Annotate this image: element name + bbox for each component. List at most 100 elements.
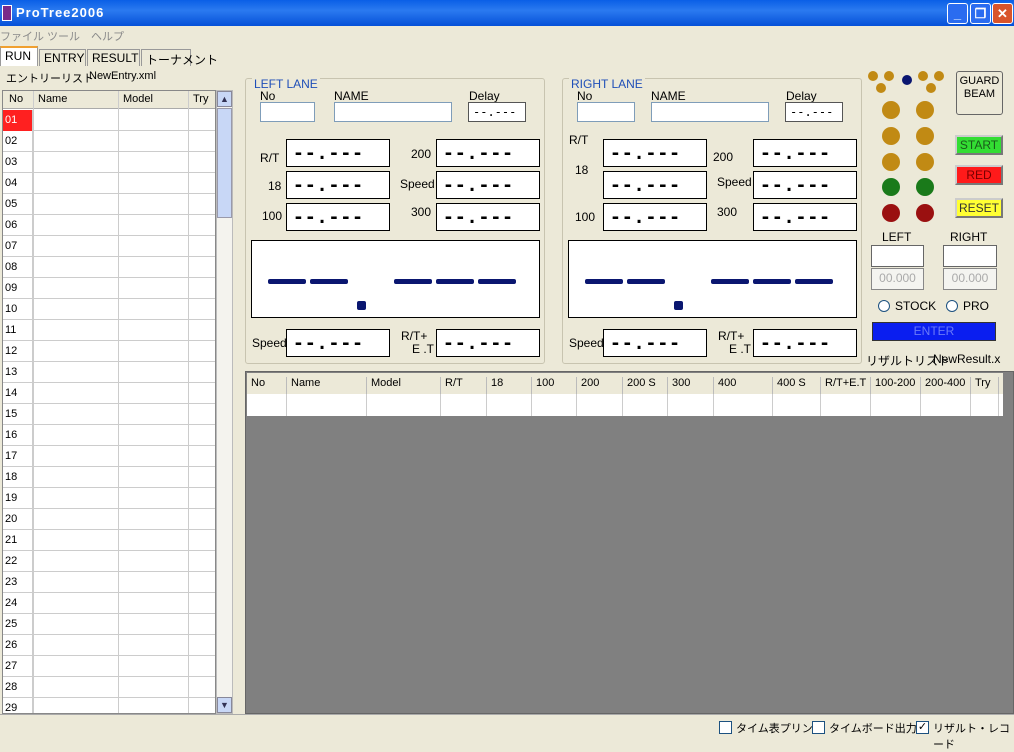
- col-name[interactable]: Name: [38, 93, 67, 105]
- list-item[interactable]: 19: [3, 488, 215, 509]
- col-try[interactable]: Try: [193, 93, 208, 105]
- list-item[interactable]: 09: [3, 278, 215, 299]
- scroll-thumb[interactable]: [217, 108, 232, 218]
- table-row[interactable]: [247, 394, 1003, 416]
- list-item[interactable]: 29: [3, 698, 215, 713]
- list-item[interactable]: 02: [3, 131, 215, 152]
- pro-label: PRO: [963, 299, 990, 313]
- list-item[interactable]: 05: [3, 194, 215, 215]
- result-table[interactable]: No Name Model R/T 18 100 200 200 S 300 400 400 S R/…: [245, 371, 1014, 714]
- right-rtet-display: --.---: [753, 329, 857, 357]
- entry-row-number: 10: [3, 299, 33, 320]
- list-item[interactable]: 10: [3, 299, 215, 320]
- start-button[interactable]: START: [955, 135, 1003, 155]
- list-item[interactable]: 23: [3, 572, 215, 593]
- tab-result[interactable]: RESULT: [87, 49, 140, 66]
- right-name-input[interactable]: [651, 102, 769, 122]
- result-col-header[interactable]: Try: [971, 377, 999, 394]
- left-delay-input[interactable]: --.---: [468, 102, 526, 122]
- list-item[interactable]: 28: [3, 677, 215, 698]
- list-item[interactable]: 04: [3, 173, 215, 194]
- result-col-header[interactable]: Model: [367, 377, 441, 394]
- result-col-header[interactable]: 400 S: [773, 377, 821, 394]
- result-col-header[interactable]: R/T: [441, 377, 487, 394]
- menu-help[interactable]: ヘルプ: [91, 28, 124, 44]
- scroll-down-icon[interactable]: ▼: [217, 697, 232, 713]
- entry-scrollbar[interactable]: ▲ ▼: [216, 90, 233, 714]
- entry-row-number: 18: [3, 467, 33, 488]
- entry-row-number: 29: [3, 698, 33, 713]
- right-delay-input[interactable]: --.---: [785, 102, 843, 122]
- list-item[interactable]: 18: [3, 467, 215, 488]
- right-speed2-display: --.---: [603, 329, 707, 357]
- pro-radio[interactable]: [946, 300, 958, 312]
- list-item[interactable]: 22: [3, 551, 215, 572]
- result-col-header[interactable]: No: [247, 377, 287, 394]
- scroll-up-icon[interactable]: ▲: [217, 91, 232, 107]
- left-stage-seg: [268, 279, 306, 284]
- list-item[interactable]: 12: [3, 341, 215, 362]
- list-item[interactable]: 24: [3, 593, 215, 614]
- list-item[interactable]: 27: [3, 656, 215, 677]
- result-col-header[interactable]: 100: [532, 377, 577, 394]
- tab-run[interactable]: RUN: [0, 46, 38, 66]
- col-no[interactable]: No: [9, 93, 23, 105]
- menu-file[interactable]: ファイル: [0, 28, 44, 44]
- tab-tournament[interactable]: トーナメント: [141, 49, 218, 67]
- right-car-marker: [674, 301, 683, 310]
- right-no-input[interactable]: [577, 102, 635, 122]
- result-col-header[interactable]: Name: [287, 377, 367, 394]
- tab-entry[interactable]: ENTRY: [39, 49, 86, 66]
- list-item[interactable]: 07: [3, 236, 215, 257]
- left-lane-panel: LEFT LANE No NAME Delay --.--- R/T --.--…: [245, 77, 545, 364]
- record-checkbox[interactable]: ✓: [916, 721, 929, 734]
- enter-button[interactable]: ENTER: [872, 322, 996, 341]
- reset-button[interactable]: RESET: [955, 198, 1003, 218]
- left-name-input[interactable]: [334, 102, 452, 122]
- menu-tools[interactable]: ツール: [47, 28, 80, 44]
- result-col-header[interactable]: 200-400: [921, 377, 971, 394]
- guard-beam-button[interactable]: GUARD BEAM: [956, 71, 1003, 115]
- right-result-label: RIGHT: [950, 230, 988, 244]
- list-item[interactable]: 16: [3, 425, 215, 446]
- left-rtet-display: --.---: [436, 329, 540, 357]
- board-checkbox[interactable]: [812, 721, 825, 734]
- result-col-header[interactable]: 200: [577, 377, 623, 394]
- list-item[interactable]: 13: [3, 362, 215, 383]
- minimize-button[interactable]: _: [947, 3, 968, 24]
- list-item[interactable]: 17: [3, 446, 215, 467]
- left-no-input[interactable]: [260, 102, 315, 122]
- list-item[interactable]: 08: [3, 257, 215, 278]
- result-col-header[interactable]: 200 S: [623, 377, 668, 394]
- list-item[interactable]: 03: [3, 152, 215, 173]
- list-item[interactable]: 01: [3, 110, 215, 131]
- list-item[interactable]: 15: [3, 404, 215, 425]
- entry-row-number: 03: [3, 152, 33, 173]
- stage-light: [926, 83, 936, 93]
- col-model[interactable]: Model: [123, 93, 153, 105]
- stock-radio[interactable]: [878, 300, 890, 312]
- list-item[interactable]: 20: [3, 509, 215, 530]
- entry-table[interactable]: No Name Model Try 01 02 03 04 05 06 07 08 09 10 11…: [2, 90, 216, 714]
- red-button[interactable]: RED: [955, 165, 1003, 185]
- result-col-header[interactable]: 400: [714, 377, 773, 394]
- print-checkbox[interactable]: [719, 721, 732, 734]
- result-col-header[interactable]: 18: [487, 377, 532, 394]
- entry-row-number: 09: [3, 278, 33, 299]
- left-speed2-display: --.---: [286, 329, 390, 357]
- right-speed-label: Speed: [717, 175, 752, 189]
- left-300-label: 300: [411, 205, 432, 219]
- list-item[interactable]: 21: [3, 530, 215, 551]
- entry-row-number: 06: [3, 215, 33, 236]
- list-item[interactable]: 14: [3, 383, 215, 404]
- result-col-header[interactable]: R/T+E.T: [821, 377, 871, 394]
- list-item[interactable]: 11: [3, 320, 215, 341]
- list-item[interactable]: 06: [3, 215, 215, 236]
- list-item[interactable]: 26: [3, 635, 215, 656]
- restore-button[interactable]: ❐: [970, 3, 991, 24]
- result-cell: [577, 394, 623, 416]
- close-button[interactable]: ✕: [992, 3, 1013, 24]
- result-col-header[interactable]: 300: [668, 377, 714, 394]
- list-item[interactable]: 25: [3, 614, 215, 635]
- result-col-header[interactable]: 100-200: [871, 377, 921, 394]
